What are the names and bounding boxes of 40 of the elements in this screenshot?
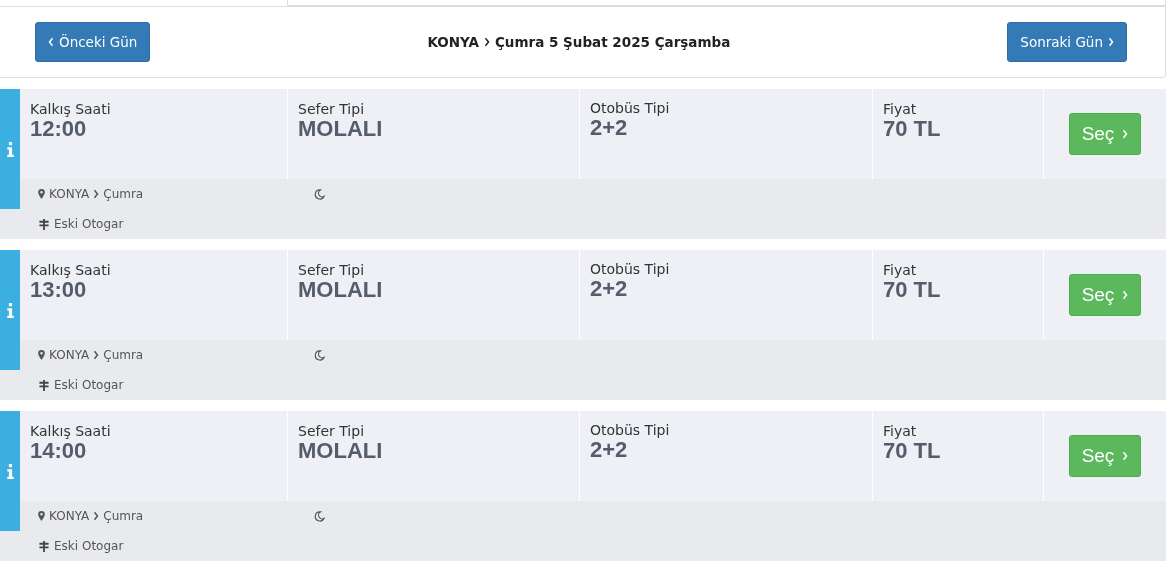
column-label: Sefer Tipi [298, 423, 366, 439]
column-label: Fiyat [883, 101, 918, 117]
column-label: Kalkış Saati [30, 423, 112, 439]
previous-day-button[interactable]: Önceki Gün [35, 22, 151, 62]
column-label: Otobüs Tipi [590, 422, 671, 438]
departure-time: 12:00 [30, 117, 88, 142]
bus-type: 2+2 [590, 438, 629, 463]
column-label: Fiyat [883, 262, 918, 278]
column-label: Fiyat [883, 423, 918, 439]
departure-time: 13:00 [30, 278, 88, 303]
bus-type: 2+2 [590, 116, 629, 141]
route-to: Çumra [103, 509, 144, 523]
terminal-name: Eski Otogar [54, 539, 124, 553]
column-label: Otobüs Tipi [590, 100, 671, 116]
bus-type: 2+2 [590, 277, 629, 302]
price: 70 TL [883, 278, 942, 303]
route-from: KONYA [49, 348, 90, 362]
column-label: Kalkış Saati [30, 262, 112, 278]
route-from: KONYA [49, 509, 90, 523]
price: 70 TL [883, 439, 942, 464]
terminal-name: Eski Otogar [54, 217, 124, 231]
terminal-name: Eski Otogar [54, 378, 124, 392]
column-label: Otobüs Tipi [590, 261, 671, 277]
column-label: Sefer Tipi [298, 101, 366, 117]
route-from: KONYA [49, 187, 90, 201]
price: 70 TL [883, 117, 942, 142]
departure-time: 14:00 [30, 439, 88, 464]
route-to: Çumra [103, 348, 144, 362]
select-button[interactable]: Seç [1068, 274, 1142, 316]
next-day-button[interactable]: Sonraki Gün [1007, 22, 1127, 62]
column-label: Sefer Tipi [298, 262, 366, 278]
route-origin: KONYA [427, 34, 479, 50]
route-to: Çumra [103, 187, 144, 201]
trip-type: MOLALI [298, 278, 384, 303]
column-label: Kalkış Saati [30, 101, 112, 117]
trip-type: MOLALI [298, 439, 384, 464]
route-destination-date: Çumra 5 Şubat 2025 Çarşamba [494, 34, 731, 50]
select-button[interactable]: Seç [1068, 113, 1142, 155]
select-button[interactable]: Seç [1068, 435, 1142, 477]
trip-type: MOLALI [298, 117, 384, 142]
